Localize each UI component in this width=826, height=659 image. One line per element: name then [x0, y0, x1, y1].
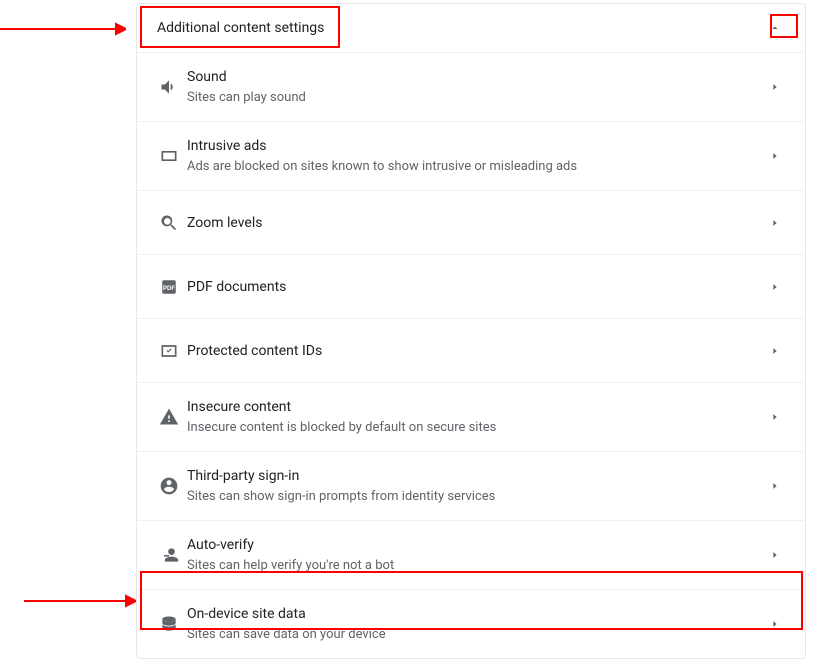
chevron-right-icon — [765, 550, 785, 560]
setting-title: Sound — [187, 67, 765, 87]
search-icon — [151, 213, 187, 233]
setting-body: Zoom levels — [187, 213, 765, 233]
chevron-right-icon — [765, 346, 785, 356]
setting-row-insecure-content[interactable]: Insecure content Insecure content is blo… — [137, 383, 805, 452]
setting-body: Protected content IDs — [187, 341, 765, 361]
sound-icon — [151, 77, 187, 97]
collapse-button[interactable] — [765, 18, 785, 38]
tab-icon — [151, 146, 187, 166]
setting-title: PDF documents — [187, 277, 765, 297]
chevron-right-icon — [765, 282, 785, 292]
chevron-right-icon — [765, 218, 785, 228]
svg-text:PDF: PDF — [163, 286, 175, 292]
setting-row-intrusive-ads[interactable]: Intrusive ads Ads are blocked on sites k… — [137, 122, 805, 191]
chevron-right-icon — [765, 619, 785, 629]
setting-title: Insecure content — [187, 397, 765, 417]
setting-subtitle: Sites can save data on your device — [187, 626, 765, 644]
setting-subtitle: Insecure content is blocked by default o… — [187, 419, 765, 437]
setting-body: On-device site data Sites can save data … — [187, 604, 765, 644]
chevron-right-icon — [765, 82, 785, 92]
setting-body: PDF documents — [187, 277, 765, 297]
setting-row-pdf-documents[interactable]: PDF PDF documents — [137, 255, 805, 319]
chevron-up-icon — [769, 22, 781, 34]
chevron-right-icon — [765, 151, 785, 161]
setting-subtitle: Sites can help verify you're not a bot — [187, 557, 765, 575]
person-circle-icon — [151, 476, 187, 496]
setting-title: Protected content IDs — [187, 341, 765, 361]
setting-subtitle: Sites can show sign-in prompts from iden… — [187, 488, 765, 506]
section-header[interactable]: Additional content settings — [137, 4, 805, 53]
chevron-right-icon — [765, 412, 785, 422]
setting-title: Intrusive ads — [187, 136, 765, 156]
setting-subtitle: Ads are blocked on sites known to show i… — [187, 158, 765, 176]
chevron-right-icon — [765, 481, 785, 491]
setting-row-auto-verify[interactable]: Auto-verify Sites can help verify you're… — [137, 521, 805, 590]
setting-body: Intrusive ads Ads are blocked on sites k… — [187, 136, 765, 176]
setting-body: Third-party sign-in Sites can show sign-… — [187, 466, 765, 506]
protected-icon — [151, 341, 187, 361]
setting-body: Sound Sites can play sound — [187, 67, 765, 107]
database-icon — [151, 614, 187, 634]
annotation-arrow-header — [0, 22, 126, 36]
setting-body: Insecure content Insecure content is blo… — [187, 397, 765, 437]
setting-row-protected-content[interactable]: Protected content IDs — [137, 319, 805, 383]
setting-row-on-device-site-data[interactable]: On-device site data Sites can save data … — [137, 590, 805, 658]
warning-icon — [151, 407, 187, 427]
setting-row-sound[interactable]: Sound Sites can play sound — [137, 53, 805, 122]
setting-title: Third-party sign-in — [187, 466, 765, 486]
setting-title: Auto-verify — [187, 535, 765, 555]
setting-subtitle: Sites can play sound — [187, 89, 765, 107]
setting-title: Zoom levels — [187, 213, 765, 233]
setting-title: On-device site data — [187, 604, 765, 624]
setting-body: Auto-verify Sites can help verify you're… — [187, 535, 765, 575]
setting-row-zoom-levels[interactable]: Zoom levels — [137, 191, 805, 255]
person-minus-icon — [151, 545, 187, 565]
content-settings-panel: Additional content settings Sound Sites … — [136, 3, 806, 659]
section-title: Additional content settings — [157, 20, 324, 36]
pdf-icon: PDF — [151, 278, 187, 296]
annotation-arrow-last-row — [24, 594, 136, 608]
setting-row-third-party-signin[interactable]: Third-party sign-in Sites can show sign-… — [137, 452, 805, 521]
